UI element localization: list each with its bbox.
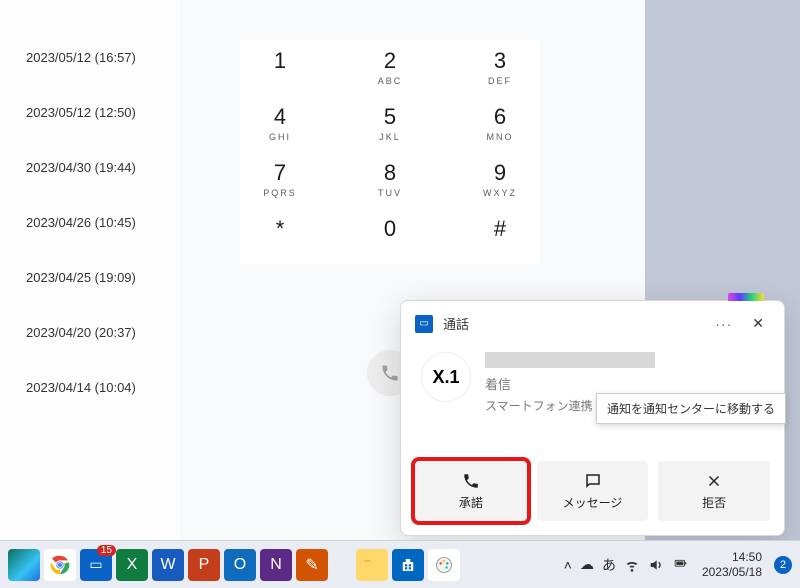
volume-icon[interactable] [648,557,664,573]
taskbar-word-icon[interactable]: W [152,549,184,581]
dialpad-key-2[interactable]: 2ABC [360,40,420,96]
call-history-item[interactable]: 2023/04/26 (10:45) [0,195,180,250]
toast-app-title: 通話 [443,314,469,333]
phone-link-badge: 15 [97,545,116,556]
call-history-panel: 2023/05/12 (16:57) 2023/05/12 (12:50) 20… [0,0,180,540]
toast-close-button[interactable]: ✕ [746,311,770,336]
dialpad-key-3[interactable]: 3DEF [470,40,530,96]
call-status-label: 着信 [485,374,764,393]
taskbar-clock[interactable]: 14:50 2023/05/18 [702,550,762,579]
accept-label: 承諾 [459,494,483,511]
call-history-item[interactable]: 2023/05/12 (16:57) [0,30,180,85]
system-tray[interactable]: ˄ ☁ あ 14:50 2023/05/18 2 [564,550,792,579]
caller-avatar: X.1 [421,352,471,402]
taskbar-store-icon[interactable] [392,549,424,581]
ime-indicator[interactable]: あ [602,555,616,575]
chevron-up-icon[interactable]: ˄ [564,557,572,573]
decline-call-button[interactable]: 拒否 [658,461,770,521]
taskbar-app-icon[interactable]: ✎ [296,549,328,581]
taskbar: ▭ 15 X W P O N ✎ ˄ ☁ あ 14: [0,540,800,588]
battery-icon[interactable] [672,558,690,572]
call-history-item[interactable]: 2023/04/14 (10:04) [0,360,180,415]
dialpad-key-5[interactable]: 5JKL [360,96,420,152]
clock-time: 14:50 [702,550,762,564]
toast-more-button[interactable]: ··· [711,312,736,336]
dialpad: 1 2ABC 3DEF 4GHI 5JKL 6MNO 7PQRS 8TUV 9W… [240,40,540,264]
notification-count-badge[interactable]: 2 [774,556,792,574]
dialpad-key-8[interactable]: 8TUV [360,152,420,208]
taskbar-explorer-icon[interactable] [356,549,388,581]
call-history-item[interactable]: 2023/04/20 (20:37) [0,305,180,360]
dialpad-key-star[interactable]: * [250,208,310,264]
toast-accent [728,293,764,301]
message-icon [584,472,602,490]
taskbar-paint-icon[interactable] [428,549,460,581]
phone-icon [380,363,400,383]
dialpad-key-1[interactable]: 1 [250,40,310,96]
onedrive-icon[interactable]: ☁ [580,556,594,573]
caller-name-redacted [485,352,655,368]
dialpad-key-9[interactable]: 9WXYZ [470,152,530,208]
network-icon[interactable] [624,557,640,573]
taskbar-outlook-icon[interactable]: O [224,549,256,581]
message-label: メッセージ [563,494,623,511]
accept-call-button[interactable]: 承諾 [415,461,527,521]
taskbar-excel-icon[interactable]: X [116,549,148,581]
taskbar-phone-link-icon[interactable]: ▭ 15 [80,549,112,581]
taskbar-chrome-icon[interactable] [44,549,76,581]
taskbar-powerpoint-icon[interactable]: P [188,549,220,581]
dialpad-key-0[interactable]: 0 [360,208,420,264]
toast-tooltip: 通知を通知センターに移動する [596,393,786,424]
call-history-item[interactable]: 2023/04/30 (19:44) [0,140,180,195]
call-history-item[interactable]: 2023/04/25 (19:09) [0,250,180,305]
dialpad-key-7[interactable]: 7PQRS [250,152,310,208]
phone-link-app-icon: ▭ [415,315,433,333]
dialpad-key-hash[interactable]: # [470,208,530,264]
incoming-call-toast: ▭ 通話 ··· ✕ X.1 着信 スマートフォン連携 経由 通知を通知センター… [400,300,785,536]
message-button[interactable]: メッセージ [537,461,649,521]
call-history-item[interactable]: 2023/05/12 (12:50) [0,85,180,140]
dialpad-key-6[interactable]: 6MNO [470,96,530,152]
decline-label: 拒否 [702,494,726,511]
phone-icon [462,472,480,490]
x-icon [705,472,723,490]
clock-date: 2023/05/18 [702,565,762,579]
taskbar-app-icon[interactable]: N [260,549,292,581]
taskbar-edge-icon[interactable] [8,549,40,581]
dialpad-key-4[interactable]: 4GHI [250,96,310,152]
